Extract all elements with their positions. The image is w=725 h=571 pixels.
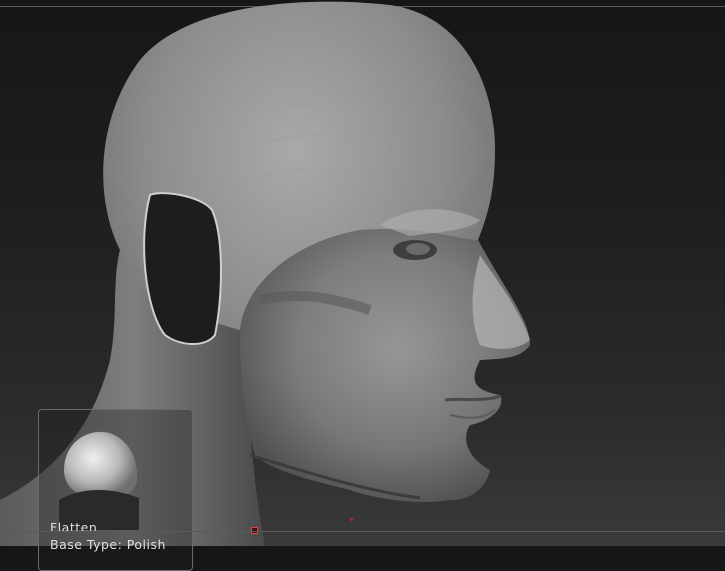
red-point — [350, 518, 353, 521]
flatten-brush-icon — [59, 431, 139, 530]
brush-selector[interactable]: Flatten Base Type: Polish — [38, 409, 193, 571]
brush-name-label: Flatten — [50, 520, 98, 535]
brush-base-type-label: Base Type: Polish — [50, 537, 166, 552]
canvas-bottom-border — [0, 531, 725, 532]
